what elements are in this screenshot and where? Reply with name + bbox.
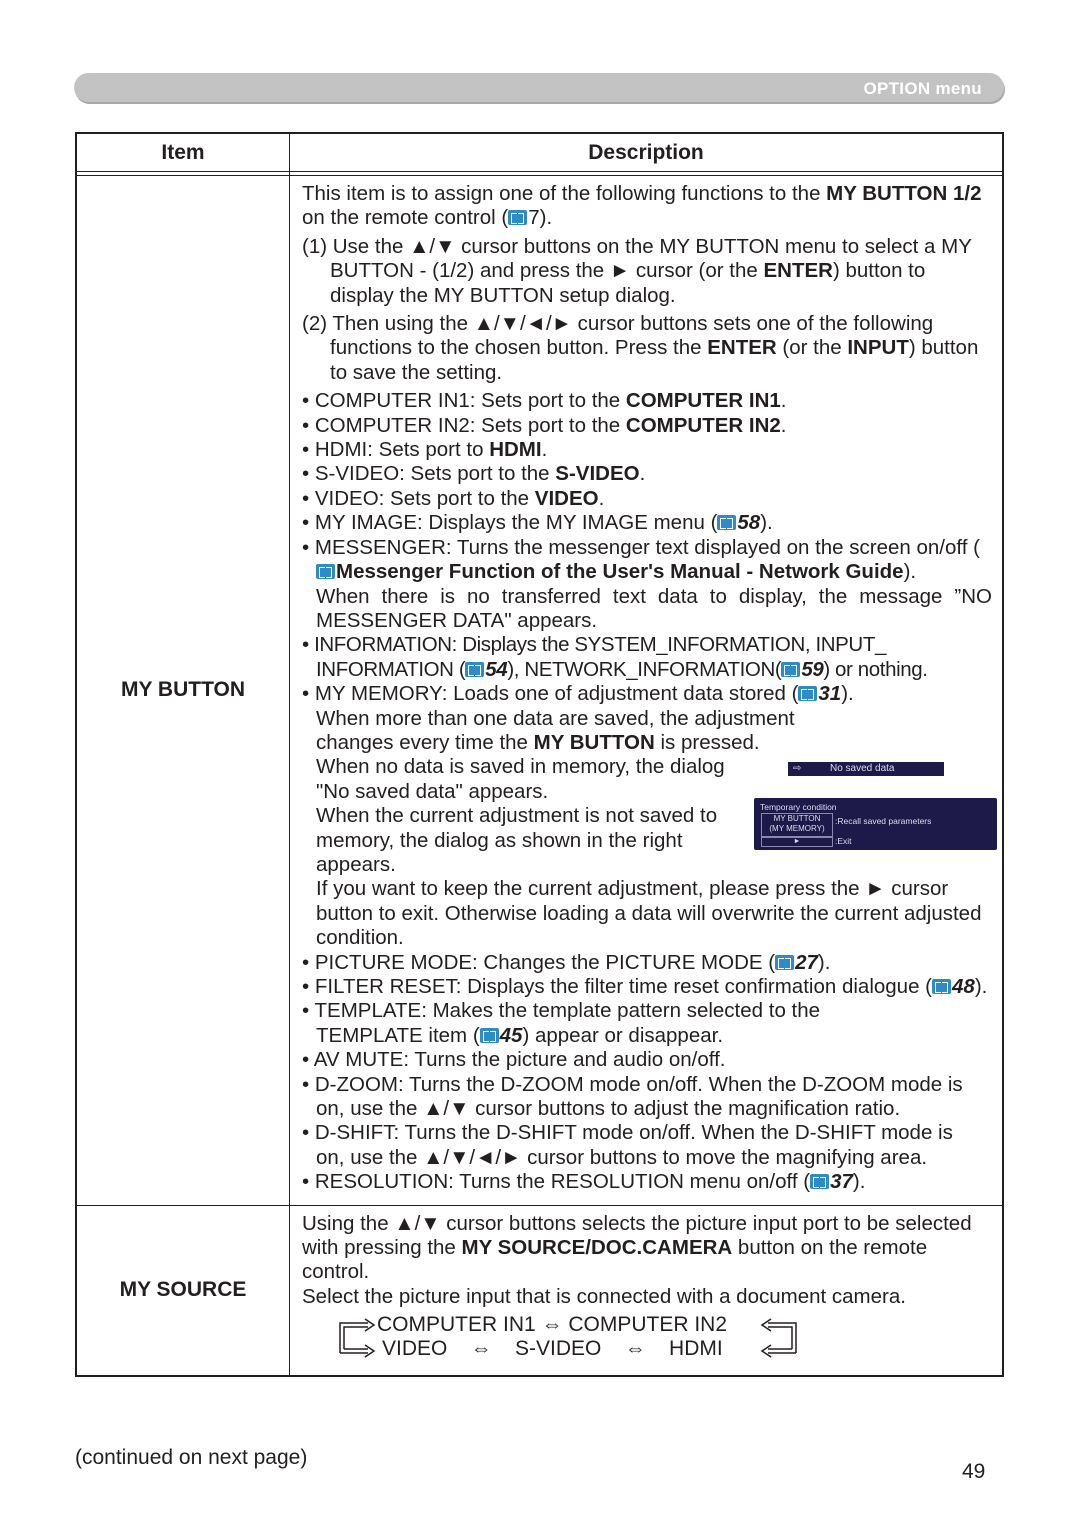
osd-my-button-key: MY BUTTON (MY MEMORY)	[761, 813, 833, 837]
book-icon	[932, 979, 951, 994]
option-menu-table: Item Description MY BUTTON This item is …	[75, 132, 1004, 1378]
header-item: Item	[75, 132, 290, 172]
book-icon	[775, 954, 795, 970]
bullet-hdmi: • HDMI: Sets port to HDMI.	[302, 438, 548, 462]
bullet-resolution: • RESOLUTION: Turns the RESOLUTION menu …	[302, 1170, 866, 1194]
osd-no-saved-data-dialog: ⇨ No saved data	[788, 762, 944, 776]
section-title: OPTION menu	[863, 79, 982, 98]
my-source-paragraph-1: Using the ▲/▼ cursor buttons selects the…	[302, 1211, 972, 1284]
my-memory-note-2: When no data is saved in memory, the dia…	[316, 755, 725, 803]
description-my-source: Using the ▲/▼ cursor buttons selects the…	[289, 1204, 1004, 1377]
page-ref[interactable]: 27	[795, 951, 818, 974]
messenger-note: When there is no transferred text data t…	[316, 584, 992, 632]
osd-temporary-condition-dialog: Temporary condition MY BUTTON (MY MEMORY…	[754, 798, 997, 850]
header-description: Description	[289, 132, 1004, 172]
input-cycle-diagram: COMPUTER IN1 ⇔ COMPUTER IN2 VIDEO ⇔ S-VI…	[302, 1313, 992, 1365]
page-ref[interactable]: 31	[818, 682, 841, 705]
my-memory-note-4: If you want to keep the current adjustme…	[316, 877, 982, 950]
bullet-template: • TEMPLATE: Makes the template pattern s…	[302, 999, 821, 1047]
book-icon	[479, 1027, 499, 1043]
page-ref[interactable]: 45	[500, 1024, 523, 1047]
page-ref[interactable]: 54	[485, 658, 507, 681]
table-row-my-button: MY BUTTON This item is to assign one of …	[75, 175, 1004, 1206]
bullet-information: • INFORMATION: Displays the SYSTEM_INFOR…	[302, 633, 928, 681]
section-header-bar: OPTION menu	[74, 73, 1004, 102]
page-ref[interactable]: 59	[801, 658, 823, 681]
bullet-computer-in2: • COMPUTER IN2: Sets port to the COMPUTE…	[302, 413, 787, 437]
book-icon	[717, 515, 737, 531]
osd-exit-key: ►	[761, 837, 833, 847]
bullet-messenger: • MESSENGER: Turns the messenger text di…	[302, 535, 980, 584]
step-1: (1) Use the ▲/▼ cursor buttons on the MY…	[302, 234, 972, 307]
table-header-row: Item Description	[75, 132, 1004, 172]
item-my-source: MY SOURCE	[75, 1204, 290, 1377]
bullet-d-zoom: • D-ZOOM: Turns the D-ZOOM mode on/off. …	[302, 1072, 963, 1121]
my-memory-note-1: When more than one data are saved, the a…	[316, 706, 795, 754]
bullet-filter-reset: • FILTER RESET: Displays the filter time…	[302, 975, 988, 998]
bullet-computer-in1: • COMPUTER IN1: Sets port to the COMPUTE…	[302, 389, 787, 413]
bullet-d-shift: • D-SHIFT: Turns the D-SHIFT mode on/off…	[302, 1121, 953, 1169]
item-my-button: MY BUTTON	[75, 175, 290, 1206]
page-ref[interactable]: 58	[737, 511, 760, 534]
step-2: (2) Then using the ▲/▼/◄/► cursor button…	[302, 312, 979, 384]
network-guide-ref[interactable]: Messenger Function of the User's Manual …	[336, 560, 904, 583]
book-icon	[508, 210, 528, 226]
my-source-paragraph-2: Select the picture input that is connect…	[302, 1284, 906, 1308]
book-icon	[316, 564, 335, 580]
my-memory-note-3: When the current adjustment is not saved…	[316, 804, 718, 876]
cycle-row-2: VIDEO ⇔ S-VIDEO ⇔ HDMI	[382, 1337, 723, 1361]
book-icon	[781, 661, 801, 677]
intro-paragraph: This item is to assign one of the follow…	[302, 182, 982, 230]
book-icon	[798, 686, 818, 702]
book-icon	[465, 661, 485, 677]
bullet-my-image: • MY IMAGE: Displays the MY IMAGE menu (…	[302, 511, 773, 535]
cycle-left-arrow-icon	[339, 1318, 376, 1358]
description-my-button: This item is to assign one of the follow…	[289, 175, 1004, 1206]
bullet-video: • VIDEO: Sets port to the VIDEO.	[302, 486, 605, 510]
bullet-av-mute: • AV MUTE: Turns the picture and audio o…	[302, 1048, 726, 1072]
page-ref[interactable]: 7	[528, 206, 539, 229]
cycle-row-1: COMPUTER IN1 ⇔ COMPUTER IN2	[377, 1313, 728, 1337]
book-icon	[810, 1174, 830, 1190]
bullet-my-memory: • MY MEMORY: Loads one of adjustment dat…	[302, 682, 854, 706]
table-row-my-source: MY SOURCE Using the ▲/▼ cursor buttons s…	[75, 1204, 1004, 1377]
page-ref[interactable]: 48	[952, 975, 975, 998]
cycle-right-arrow-icon	[760, 1318, 797, 1358]
continued-note: (continued on next page)	[75, 1446, 308, 1469]
input-arrow-icon: ⇨	[793, 763, 802, 774]
page-ref[interactable]: 37	[830, 1170, 853, 1193]
bullet-picture-mode: • PICTURE MODE: Changes the PICTURE MODE…	[302, 950, 831, 974]
page-number: 49	[962, 1460, 986, 1483]
bullet-svideo: • S-VIDEO: Sets port to the S-VIDEO.	[302, 462, 646, 486]
